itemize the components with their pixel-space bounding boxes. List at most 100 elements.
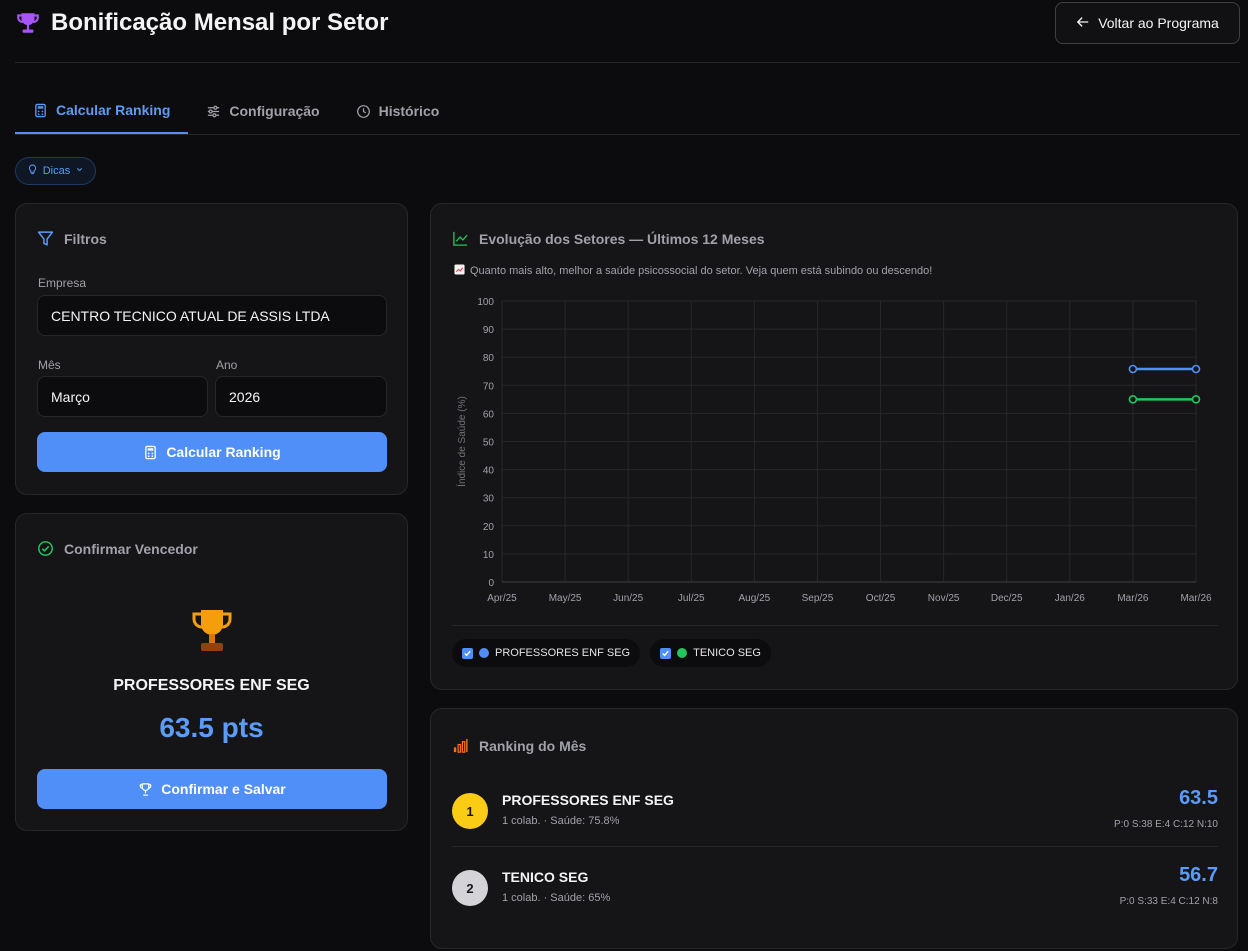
rank-sector-meta: 1 colab. · Saúde: 65% — [502, 892, 611, 904]
legend-item-professores[interactable]: PROFESSORES ENF SEG — [452, 639, 641, 667]
evolution-title: Evolução dos Setores — Últimos 12 Meses — [452, 230, 765, 247]
sliders-icon — [208, 105, 220, 117]
series-color-dot — [677, 648, 688, 658]
series-color-dot — [479, 648, 489, 658]
rank-sector-meta: 1 colab. · Saúde: 75.8% — [502, 815, 620, 827]
data-point — [1191, 395, 1201, 404]
tab-label: Calcular Ranking — [56, 102, 171, 118]
checkbox-checked-icon[interactable] — [462, 647, 473, 659]
company-select[interactable]: CENTRO TECNICO ATUAL DE ASSIS LTDA — [37, 295, 387, 336]
calculator-icon — [145, 445, 157, 459]
legend-label: PROFESSORES ENF SEG — [495, 647, 631, 659]
x-tick-label: Apr/25 — [487, 593, 517, 604]
y-tick-label: 0 — [488, 578, 494, 589]
winner-points: 63.5 pts — [159, 712, 264, 743]
filters-title: Filtros — [37, 230, 107, 247]
year-label: Ano — [216, 358, 238, 372]
y-tick-label: 10 — [483, 550, 495, 561]
y-tick-label: 70 — [483, 381, 495, 392]
trophy-icon — [139, 782, 152, 796]
y-tick-label: 100 — [477, 297, 494, 308]
evolution-chart-card: Evolução dos Setores — Últimos 12 Meses … — [430, 203, 1238, 690]
y-axis-label: Índice de Saúde (%) — [455, 396, 468, 487]
month-label: Mês — [38, 358, 61, 372]
tips-toggle-button[interactable]: Dicas — [15, 157, 96, 185]
checkbox-checked-icon[interactable] — [660, 647, 672, 659]
x-tick-label: Jan/26 — [1055, 593, 1085, 604]
month-select[interactable]: Março — [37, 376, 208, 417]
confirm-button-label: Confirmar e Salvar — [161, 781, 286, 797]
x-tick-label: Aug/25 — [739, 593, 771, 604]
back-button-label: Voltar ao Programa — [1098, 15, 1219, 31]
confirm-and-save-button[interactable]: Confirmar e Salvar — [37, 769, 387, 809]
y-tick-label: 40 — [483, 466, 495, 477]
ranking-card: Ranking do Mês 1 PROFESSORES ENF SEG 1 c… — [430, 708, 1238, 949]
evolution-line-chart: 0 10 20 30 40 50 60 70 80 90 100 Apr/25 May/25 Jun/25… — [455, 297, 1212, 604]
x-tick-label: Dec/25 — [991, 593, 1023, 604]
rank-score: 56.7 — [1179, 864, 1218, 886]
tab-configuration[interactable]: Configuração — [188, 88, 337, 134]
x-tick-label: Mar/26 — [1180, 593, 1212, 604]
legend-item-tenico[interactable]: TENICO SEG — [650, 639, 771, 667]
ranking-row[interactable]: 2 TENICO SEG 1 colab. · Saúde: 65% 56.7 … — [452, 854, 1218, 924]
winner-name: PROFESSORES ENF SEG — [113, 677, 310, 694]
tab-label: Histórico — [378, 103, 440, 119]
calculate-ranking-button[interactable]: Calcular Ranking — [37, 432, 387, 472]
tab-calculate-ranking[interactable]: Calcular Ranking — [15, 88, 189, 134]
rank-score: 63.5 — [1179, 787, 1218, 809]
y-tick-label: 50 — [483, 438, 495, 449]
ranking-title: Ranking do Mês — [452, 737, 586, 754]
clock-icon — [356, 104, 370, 118]
tab-bar: Calcular Ranking Configuração Histórico — [15, 88, 1240, 135]
x-tick-label: Nov/25 — [928, 593, 960, 604]
chart-emoji-icon — [454, 264, 465, 278]
chart-legend: PROFESSORES ENF SEG TENICO SEG — [452, 639, 771, 667]
calculate-button-label: Calcular Ranking — [166, 444, 281, 460]
y-tick-label: 60 — [483, 409, 495, 420]
back-to-program-button[interactable]: Voltar ao Programa — [1055, 2, 1240, 44]
ranking-title-text: Ranking do Mês — [479, 737, 587, 754]
tab-history[interactable]: Histórico — [338, 88, 458, 134]
evolution-subtitle-text: Quanto mais alto, melhor a saúde psicoss… — [470, 265, 933, 277]
confirm-winner-title: Confirmar Vencedor — [37, 540, 198, 557]
company-label: Empresa — [38, 276, 87, 290]
y-tick-label: 90 — [483, 325, 495, 336]
year-input[interactable]: 2026 — [215, 376, 387, 417]
ranking-row[interactable]: 1 PROFESSORES ENF SEG 1 colab. · Saúde: … — [452, 777, 1218, 847]
arrow-left-icon — [1076, 15, 1090, 32]
data-point — [1191, 364, 1201, 374]
filter-icon — [37, 231, 54, 246]
page-title-text: Bonificação Mensal por Setor — [51, 9, 389, 36]
y-tick-label: 30 — [483, 494, 495, 505]
page-header: Bonificação Mensal por Setor Voltar ao P… — [15, 0, 1240, 63]
legend-divider — [452, 625, 1218, 626]
tips-label: Dicas — [42, 165, 71, 177]
rank-score-detail: P:0 S:33 E:4 C:12 N:8 — [1119, 896, 1218, 907]
confirm-winner-card: Confirmar Vencedor PROFESSORES ENF SEG 6… — [15, 513, 408, 831]
rank-score-detail: P:0 S:38 E:4 C:12 N:10 — [1114, 819, 1218, 830]
x-tick-label: Sep/25 — [802, 593, 834, 604]
evolution-subtitle: Quanto mais alto, melhor a saúde psicoss… — [454, 264, 932, 278]
chevron-down-icon — [75, 165, 84, 177]
rank-position-badge: 1 — [452, 793, 488, 829]
x-tick-label: Mar/26 — [1117, 593, 1149, 604]
evolution-title-text: Evolução dos Setores — Últimos 12 Meses — [479, 230, 765, 247]
x-tick-label: Jun/25 — [613, 593, 643, 604]
filters-title-text: Filtros — [64, 230, 107, 247]
lightbulb-icon — [27, 164, 38, 178]
trophy-icon — [15, 10, 41, 36]
x-tick-label: May/25 — [549, 593, 582, 604]
rank-position-badge: 2 — [452, 870, 488, 906]
legend-label: TENICO SEG — [693, 647, 761, 659]
calculator-icon — [35, 103, 46, 117]
winner-trophy-icon — [190, 606, 234, 654]
filters-card: Filtros Empresa CENTRO TECNICO ATUAL DE … — [15, 203, 408, 495]
trend-line-icon — [453, 231, 468, 246]
confirm-winner-title-text: Confirmar Vencedor — [64, 540, 198, 557]
bar-chart-icon — [453, 738, 468, 753]
data-point — [1128, 395, 1138, 404]
page-title: Bonificação Mensal por Setor — [15, 9, 388, 37]
data-point — [1128, 364, 1138, 374]
check-circle-icon — [38, 541, 53, 556]
rank-sector-name: TENICO SEG — [502, 869, 589, 885]
